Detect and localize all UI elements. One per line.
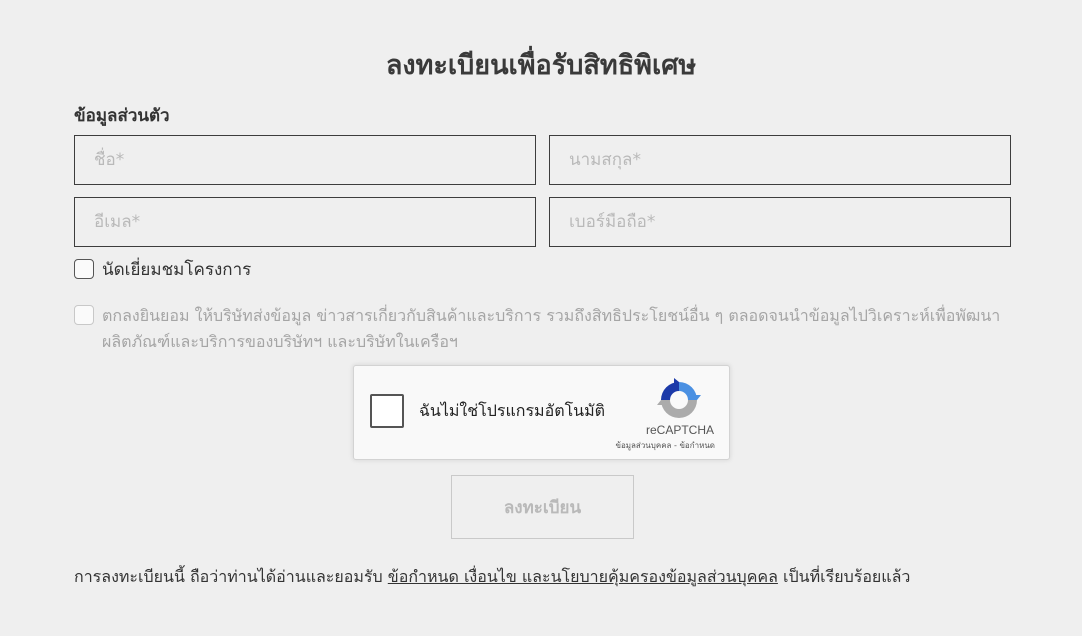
terms-policy-link[interactable]: ข้อกำหนด เงื่อนไข และนโยบายคุ้มครองข้อมู…	[388, 567, 778, 586]
phone-input[interactable]	[549, 197, 1011, 247]
recaptcha-label: ฉันไม่ใช่โปรแกรมอัตโนมัติ	[419, 401, 606, 420]
recaptcha-widget: ฉันไม่ใช่โปรแกรมอัตโนมัติ reCAPTCHA ข้อม…	[353, 365, 730, 460]
page-title: ลงทะเบียนเพื่อรับสิทธิพิเศษ	[385, 50, 697, 81]
registration-page: ลงทะเบียนเพื่อรับสิทธิพิเศษ ข้อมูลส่วนตั…	[0, 0, 1082, 636]
recaptcha-logo-icon	[657, 378, 701, 418]
marketing-consent-option[interactable]: ตกลงยินยอม ให้บริษัทส่งข้อมูล ข่าวสารเกี…	[74, 305, 1014, 355]
recaptcha-links: ข้อมูลส่วนบุคคล - ข้อกำหนด	[615, 441, 715, 451]
first-name-input[interactable]	[74, 135, 536, 185]
register-button[interactable]: ลงทะเบียน	[451, 475, 634, 539]
terms-notice: การลงทะเบียนนี้ ถือว่าท่านได้อ่านและยอมร…	[74, 565, 910, 589]
email-input[interactable]	[74, 197, 536, 247]
recaptcha-privacy-link[interactable]: ข้อมูลส่วนบุคคล	[615, 441, 671, 450]
recaptcha-brand: reCAPTCHA	[645, 423, 714, 437]
marketing-consent-label: ตกลงยินยอม ให้บริษัทส่งข้อมูล ข่าวสารเกี…	[102, 306, 1001, 351]
terms-notice-prefix: การลงทะเบียนนี้ ถือว่าท่านได้อ่านและยอมร…	[74, 567, 383, 586]
visit-project-checkbox[interactable]	[74, 259, 94, 279]
last-name-input[interactable]	[549, 135, 1011, 185]
visit-project-label: นัดเยี่ยมชมโครงการ	[102, 260, 252, 280]
terms-notice-suffix: เป็นที่เรียบร้อยแล้ว	[783, 567, 911, 586]
visit-project-option[interactable]: นัดเยี่ยมชมโครงการ	[74, 259, 251, 282]
marketing-consent-checkbox[interactable]	[74, 305, 94, 325]
section-label-personal-info: ข้อมูลส่วนตัว	[74, 106, 170, 126]
recaptcha-terms-link[interactable]: ข้อกำหนด	[679, 441, 715, 450]
recaptcha-checkbox[interactable]	[370, 394, 404, 428]
